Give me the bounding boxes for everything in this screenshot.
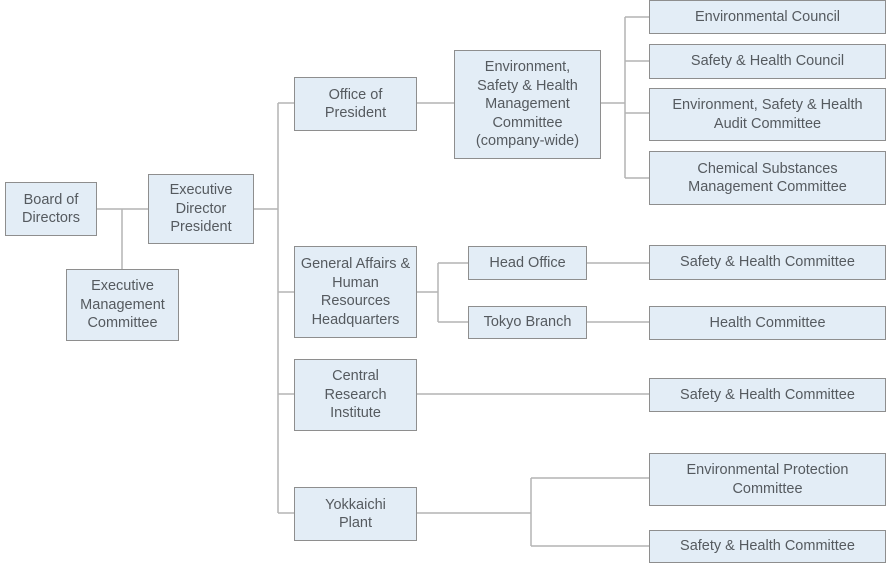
office-of-president-label: Office of President: [324, 86, 387, 122]
general-affairs-hq-label: General Affairs & Human Resources Headqu…: [300, 256, 411, 328]
head-office-safety-health-committee-box: Safety & Health Committee: [649, 245, 886, 280]
board-of-directors-box: Board of Directors: [5, 182, 97, 236]
esh-audit-committee-box: Environment, Safety & Health Audit Commi…: [649, 88, 886, 141]
yokkaichi-safety-health-committee-box: Safety & Health Committee: [649, 530, 886, 563]
environmental-protection-committee-box: Environmental Protection Committee: [649, 453, 886, 506]
head-office-safety-health-committee-label: Safety & Health Committee: [680, 254, 855, 271]
esh-management-committee-label: Environment, Safety & Health Management …: [475, 59, 580, 150]
executive-director-president-label: Executive Director President: [169, 182, 233, 236]
executive-management-committee-label: Executive Management Committee: [80, 278, 165, 332]
yokkaichi-safety-health-committee-label: Safety & Health Committee: [680, 538, 855, 555]
central-research-institute-box: Central Research Institute: [294, 359, 417, 431]
tokyo-branch-health-committee-label: Health Committee: [709, 314, 826, 331]
environmental-council-label: Environmental Council: [694, 8, 841, 25]
head-office-box: Head Office: [468, 246, 587, 280]
office-of-president-box: Office of President: [294, 77, 417, 131]
esh-audit-committee-label: Environment, Safety & Health Audit Commi…: [672, 97, 863, 132]
executive-director-president-box: Executive Director President: [148, 174, 254, 244]
central-research-institute-label: Central Research Institute: [324, 368, 387, 422]
executive-management-committee-box: Executive Management Committee: [66, 269, 179, 341]
board-of-directors-label: Board of Directors: [21, 191, 80, 227]
environmental-council-box: Environmental Council: [649, 0, 886, 34]
tokyo-branch-label: Tokyo Branch: [483, 314, 572, 331]
cri-safety-health-committee-label: Safety & Health Committee: [680, 386, 855, 403]
safety-health-council-box: Safety & Health Council: [649, 44, 886, 79]
environmental-protection-committee-label: Environmental Protection Committee: [686, 462, 849, 497]
yokkaichi-plant-label: Yokkaichi Plant: [325, 496, 386, 532]
yokkaichi-plant-box: Yokkaichi Plant: [294, 487, 417, 541]
tokyo-branch-health-committee-box: Health Committee: [649, 306, 886, 340]
head-office-label: Head Office: [489, 254, 566, 271]
cri-safety-health-committee-box: Safety & Health Committee: [649, 378, 886, 412]
tokyo-branch-box: Tokyo Branch: [468, 306, 587, 339]
chemical-substances-committee-box: Chemical Substances Management Committee: [649, 151, 886, 205]
chemical-substances-committee-label: Chemical Substances Management Committee: [688, 160, 847, 196]
safety-health-council-label: Safety & Health Council: [690, 53, 845, 70]
general-affairs-hq-box: General Affairs & Human Resources Headqu…: [294, 246, 417, 338]
esh-management-committee-box: Environment, Safety & Health Management …: [454, 50, 601, 159]
